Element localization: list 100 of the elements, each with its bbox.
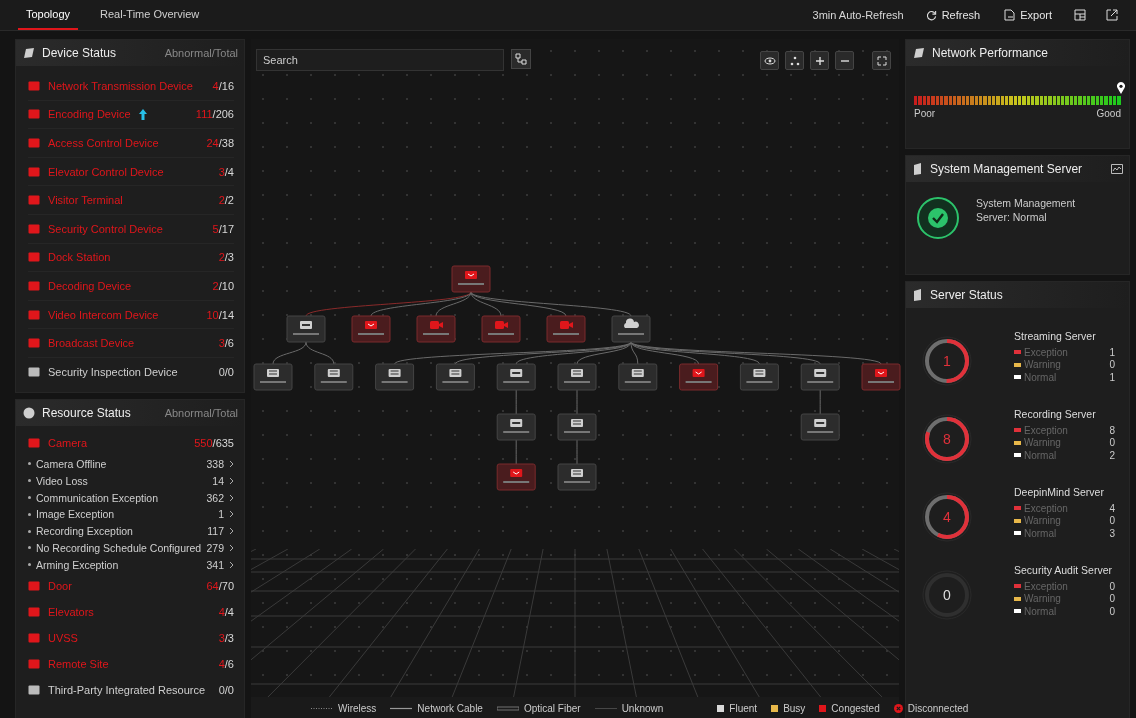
device-node[interactable] [679,363,719,391]
connection-line [819,389,821,415]
device-node[interactable] [861,363,901,391]
eye-button[interactable] [760,51,779,70]
panel-icon [912,288,924,302]
refresh-icon [925,9,937,21]
column-caption: Abnormal/Total [164,47,238,59]
exception-count[interactable]: 14 [212,474,224,487]
chart-icon[interactable] [1111,164,1123,174]
abnormal-total-count: 64/70 [206,580,234,593]
switch-icon [814,369,827,377]
status-label: Warning [1024,437,1061,449]
resource-type-name[interactable]: UVSS [48,632,78,645]
resource-icon [28,606,40,619]
device-node[interactable] [557,463,597,491]
abnormal-total-count: 0/0 [218,365,234,378]
legend-label: Network Cable [417,702,483,714]
column-caption: Abnormal/Total [164,406,238,419]
refresh-button[interactable]: Refresh [923,7,983,23]
status-label: Warning [1024,359,1061,371]
device-type-name[interactable]: Encoding Device [48,108,131,121]
recorder-icon [388,369,401,377]
legend-label: Optical Fiber [523,702,581,714]
switch-icon [510,369,523,377]
resource-icon [28,658,40,671]
resource-type-name[interactable]: Third-Party Integrated Resource [48,684,206,697]
device-type-name[interactable]: Network Transmission Device [48,79,193,92]
device-node[interactable] [611,315,651,343]
panel-title: Network Performance [932,46,1049,60]
abnormal-total-count: 4/6 [218,658,234,671]
device-type-name[interactable]: Video Intercom Device [48,308,159,321]
external-link-icon[interactable] [1106,9,1118,21]
device-icon [28,337,40,350]
camera-icon [560,321,573,329]
status-label: Normal [1024,605,1057,617]
device-node[interactable] [435,363,475,391]
search-field[interactable]: Search [256,49,504,71]
connection-line [515,389,517,415]
device-node[interactable] [375,363,415,391]
device-type-name[interactable]: Decoding Device [48,279,132,292]
device-type-name[interactable]: Security Inspection Device [48,365,178,378]
panel-icon [22,46,36,60]
abnormal-total-count: 0/0 [218,684,234,697]
device-type-name[interactable]: Dock Station [48,251,111,264]
device-node[interactable] [351,315,391,343]
device-node[interactable] [557,363,597,391]
device-node[interactable] [481,315,521,343]
exception-count[interactable]: 279 [206,541,224,554]
hierarchy-icon [515,53,527,65]
device-node[interactable] [416,315,456,343]
device-node[interactable] [496,463,536,491]
device-node[interactable] [618,363,658,391]
scale-label: Poor [914,108,936,119]
device-node[interactable] [496,363,536,391]
device-icon [510,469,523,477]
exception-count[interactable]: 341 [206,558,224,571]
exception-count[interactable]: 362 [206,491,224,504]
device-node[interactable] [800,363,840,391]
exception-count[interactable]: 1 [218,508,224,521]
status-label: Exception [1024,502,1068,514]
device-type-name[interactable]: Security Control Device [48,222,163,235]
status-label: Normal [1024,527,1057,539]
device-icon [875,369,887,377]
server-ring-gauge: 8 [922,414,972,464]
layout-icon[interactable] [1074,9,1086,21]
panel-title: Device Status [42,46,117,60]
device-type-name[interactable]: Elevator Control Device [48,165,164,178]
server-name: Security Audit Server [1014,564,1114,576]
resource-type-name[interactable]: Elevators [48,606,94,619]
device-node[interactable] [314,363,354,391]
device-node[interactable] [557,413,597,441]
device-node[interactable] [496,413,536,441]
device-node[interactable] [800,413,840,441]
fit-view-button[interactable] [872,51,891,70]
zoom-in-button[interactable] [810,51,829,70]
resource-type-name[interactable]: Camera [48,436,88,449]
device-type-name[interactable]: Visitor Terminal [48,194,123,207]
filter-button[interactable] [511,49,531,69]
nodes-button[interactable] [785,51,804,70]
exception-count[interactable]: 338 [206,457,224,470]
device-icon [28,308,40,321]
resource-type-name[interactable]: Door [48,580,72,593]
device-type-name[interactable]: Access Control Device [48,137,159,149]
resource-type-name[interactable]: Remote Site [48,658,109,671]
recorder-icon [267,369,279,377]
zoom-out-button[interactable] [835,51,854,70]
tab[interactable]: Real-Time Overview [92,0,208,30]
device-node[interactable] [451,265,491,293]
tab[interactable]: Topology [18,0,79,30]
device-node[interactable] [546,315,586,343]
abnormal-total-count: 2/3 [218,251,234,264]
device-node[interactable] [286,315,326,343]
exception-count[interactable]: 117 [207,525,224,538]
device-node[interactable] [739,363,779,391]
device-node[interactable] [253,363,293,391]
device-icon [28,137,40,149]
resource-icon [28,632,40,645]
server-ring-gauge: 0 [922,570,972,620]
device-type-name[interactable]: Broadcast Device [48,337,135,350]
export-button[interactable]: Export [1002,7,1054,23]
